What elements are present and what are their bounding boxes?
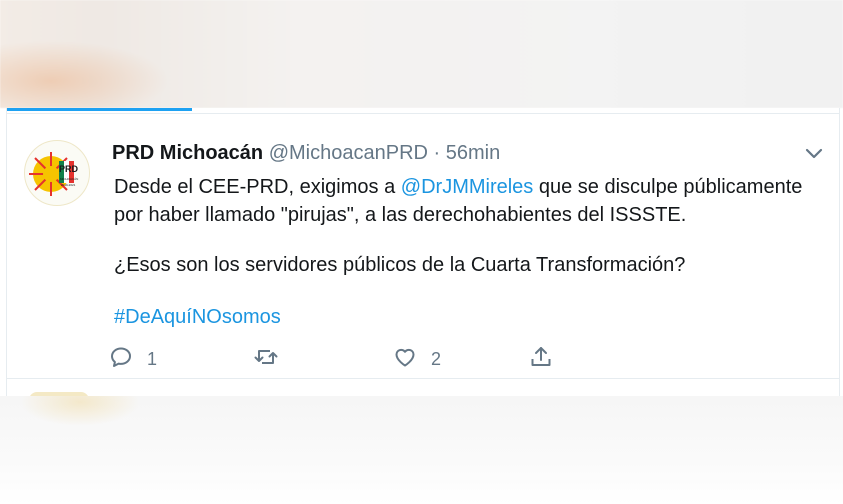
blurred-background-bottom	[0, 396, 843, 504]
tweet-divider	[7, 378, 839, 379]
like-button[interactable]: 2	[393, 344, 441, 374]
reply-button[interactable]: 1	[109, 344, 157, 374]
like-count: 2	[431, 348, 442, 369]
mention-link[interactable]: @DrJMMireles	[401, 176, 534, 198]
chevron-down-icon[interactable]	[803, 146, 825, 162]
avatar[interactable]: PRD MICHOACÁN 2019-2021	[24, 140, 90, 206]
prd-logo: PRD MICHOACÁN 2019-2021	[29, 152, 79, 196]
tweet-text-line-1: Desde el CEE-PRD, exigimos a @DrJMMirele…	[114, 176, 802, 199]
share-icon	[529, 345, 553, 374]
text-segment: Desde el CEE-PRD, exigimos a	[114, 176, 401, 198]
reply-count: 1	[147, 348, 158, 369]
author-name[interactable]: PRD Michoacán	[112, 142, 263, 164]
blurred-background-top	[0, 0, 843, 108]
logo-main-text: PRD	[59, 164, 79, 174]
heart-icon	[393, 345, 417, 374]
share-button[interactable]	[529, 344, 553, 374]
tweet-text-line-2: por haber llamado "pirujas", a las derec…	[114, 204, 687, 226]
retweet-button[interactable]	[254, 344, 292, 374]
header-separator: ·	[433, 142, 441, 164]
timeline-panel: PRD MICHOACÁN 2019-2021 PRD Michoacán @M…	[6, 108, 840, 400]
tweet-text-line-3: ¿Esos son los servidores públicos de la …	[114, 254, 686, 276]
tweet[interactable]: PRD MICHOACÁN 2019-2021 PRD Michoacán @M…	[7, 114, 839, 376]
retweet-icon	[254, 345, 278, 374]
logo-sub-text: MICHOACÁN	[60, 177, 78, 181]
tweet-timestamp[interactable]: 56min	[446, 142, 500, 164]
author-handle[interactable]: @MichoacanPRD	[269, 142, 428, 164]
logo-tag-text: 2019-2021	[61, 183, 76, 187]
active-tab-indicator	[7, 108, 192, 111]
hashtag-link[interactable]: #DeAquíNOsomos	[114, 306, 281, 329]
reply-icon	[109, 345, 133, 374]
tweet-header: PRD Michoacán @MichoacanPRD · 56min	[112, 142, 500, 165]
tweet-actions: 1 2	[7, 344, 839, 374]
text-segment: que se disculpe públicamente	[533, 176, 803, 198]
